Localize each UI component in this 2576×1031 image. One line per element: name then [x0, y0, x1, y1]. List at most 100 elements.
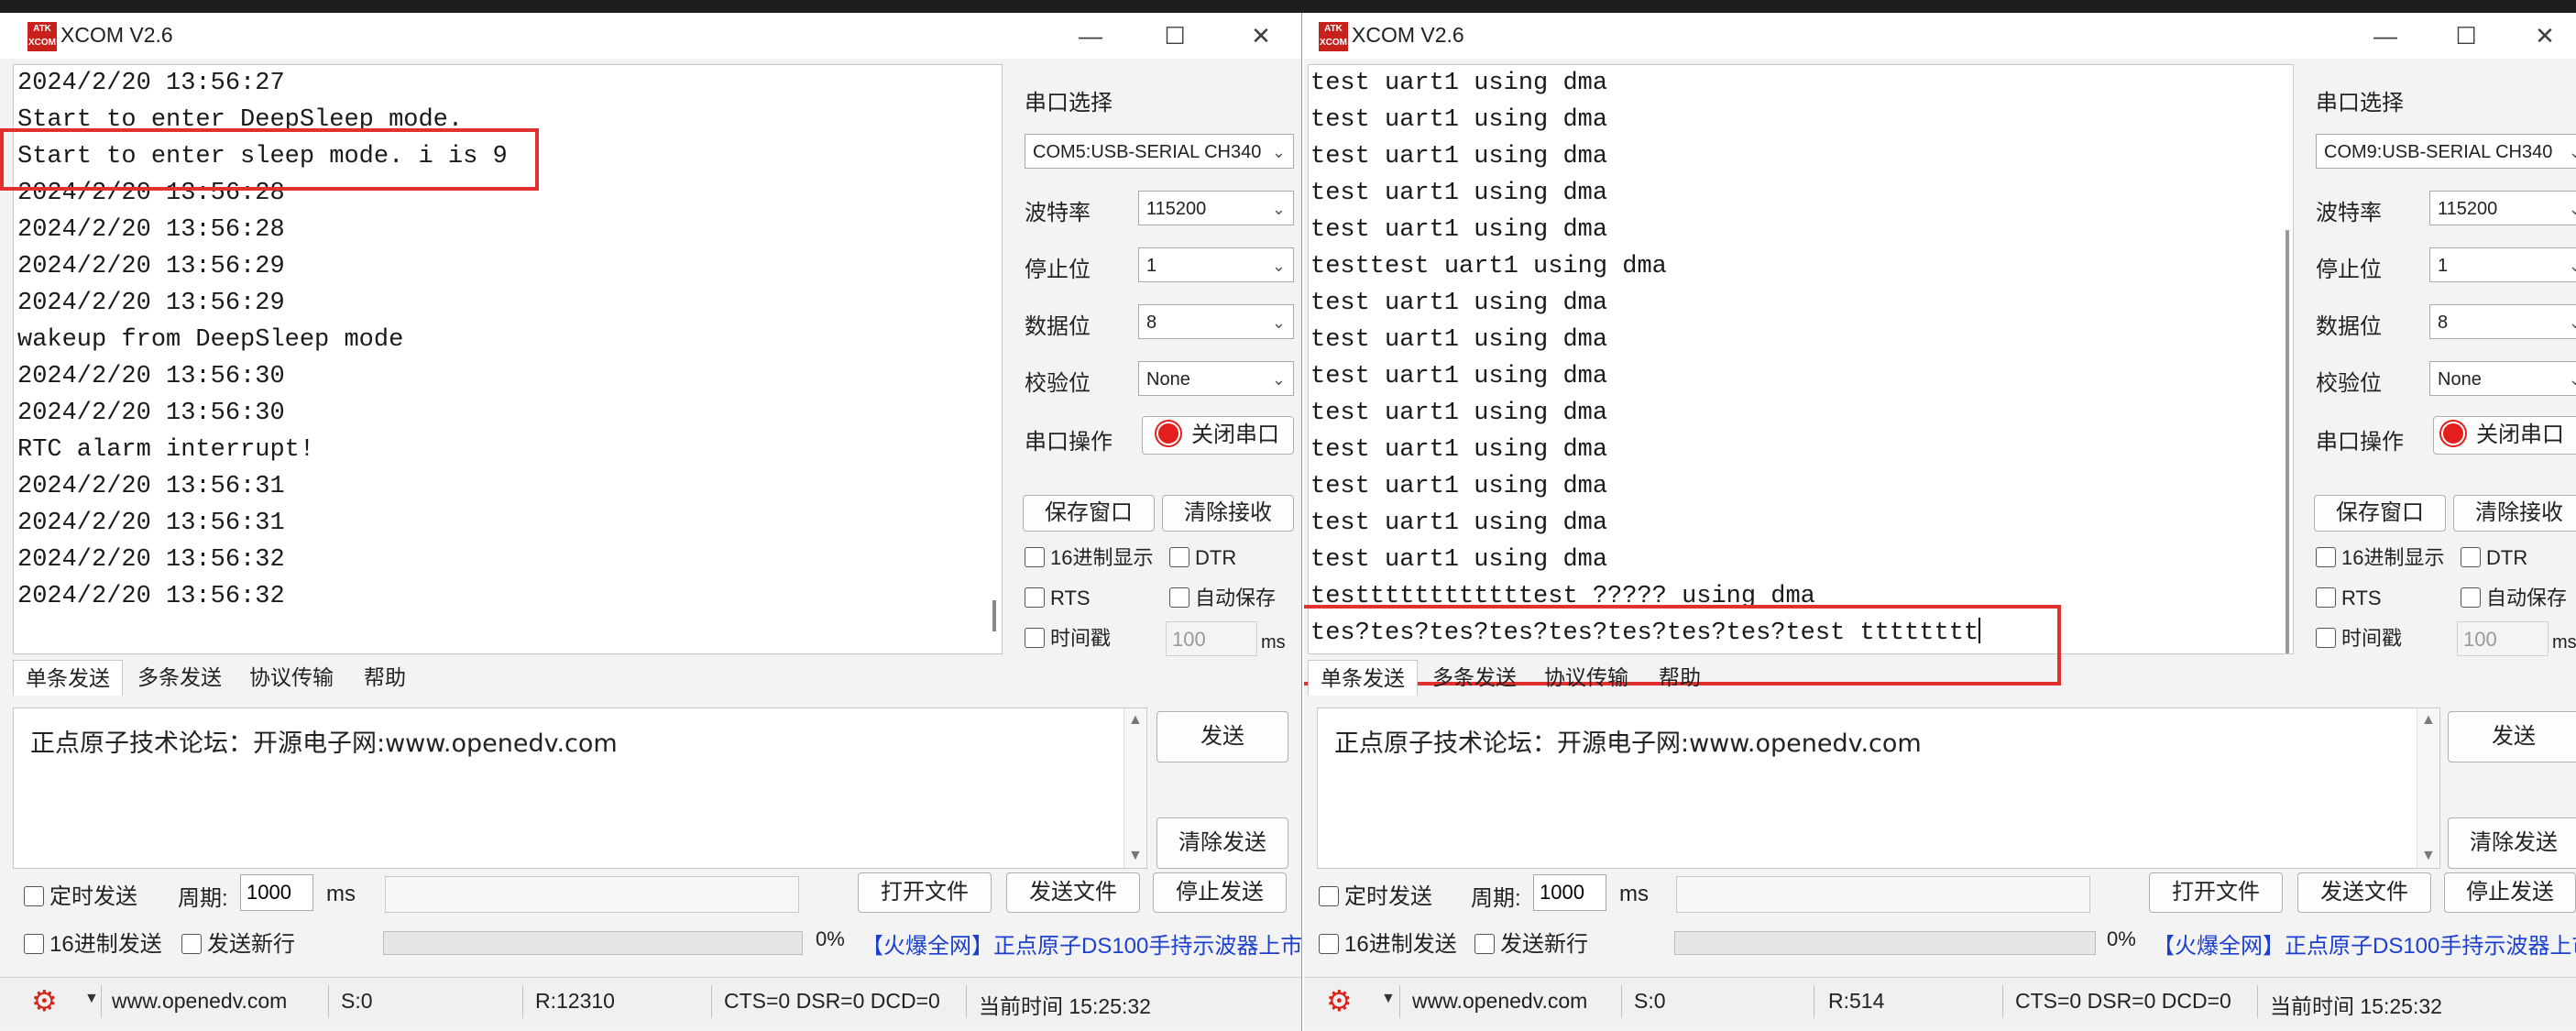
parity-select[interactable]: None⌄	[2429, 361, 2576, 396]
file-path-field[interactable]	[385, 876, 799, 913]
send-progress-bar	[1674, 931, 2096, 955]
status-url[interactable]: www.openedv.com	[1412, 989, 1587, 1014]
hex-send-checkbox[interactable]: 16进制发送	[1319, 926, 1457, 958]
clear-receive-button[interactable]: 清除接收	[2453, 495, 2576, 532]
tab-single-send[interactable]: 单条发送	[13, 660, 123, 696]
send-button[interactable]: 发送	[1156, 711, 1288, 762]
chevron-down-icon[interactable]: ▼	[1381, 991, 1396, 1007]
send-file-button[interactable]: 发送文件	[2297, 872, 2431, 913]
receive-area[interactable]: test uart1 using dma test uart1 using dma…	[1308, 64, 2294, 654]
send-newline-checkbox[interactable]: 发送新行	[1474, 926, 1588, 958]
close-port-button[interactable]: 关闭串口	[2433, 416, 2576, 455]
timestamp-interval-input[interactable]: 100	[1166, 621, 1257, 656]
scrollbar[interactable]	[992, 600, 996, 631]
status-time: 当前时间 15:25:32	[2270, 994, 2442, 1018]
stopbits-select[interactable]: 1⌄	[1138, 247, 1294, 282]
open-file-button[interactable]: 打开文件	[858, 872, 992, 913]
minimize-icon[interactable]: —	[2363, 17, 2407, 54]
tab-multi-send[interactable]: 多条发送	[125, 660, 235, 695]
tab-single-send[interactable]: 单条发送	[1308, 660, 1418, 696]
ad-link[interactable]: 【火爆全网】正点原子DS100手持示波器上市	[2153, 927, 2576, 960]
baud-select[interactable]: 115200⌄	[2429, 191, 2576, 225]
databits-select[interactable]: 8⌄	[1138, 304, 1294, 339]
chevron-down-icon: ⌄	[2569, 305, 2576, 338]
file-path-field[interactable]	[1676, 876, 2090, 913]
receive-line: wakeup from DeepSleep mode	[17, 326, 404, 354]
clear-send-button[interactable]: 清除发送	[2448, 817, 2576, 869]
save-window-button[interactable]: 保存窗口	[1023, 495, 1155, 532]
gear-icon[interactable]: ⚙	[31, 985, 58, 1016]
title-bar[interactable]: ATK XCOM XCOM V2.6 — ☐ ✕	[1304, 13, 2576, 59]
hex-display-checkbox[interactable]: 16进制显示	[2316, 546, 2444, 570]
stop-send-button[interactable]: 停止发送	[1153, 872, 1287, 913]
close-icon[interactable]: ✕	[2523, 17, 2567, 54]
maximize-icon[interactable]: ☐	[1153, 17, 1197, 54]
timestamp-interval-input[interactable]: 100	[2457, 621, 2549, 656]
send-newline-checkbox[interactable]: 发送新行	[181, 926, 295, 958]
ms-label: ms	[1261, 632, 1286, 653]
port-select[interactable]: COM9:USB-SERIAL CH340⌄	[2316, 134, 2576, 169]
close-port-button[interactable]: 关闭串口	[1142, 416, 1294, 455]
tab-help[interactable]: 帮助	[1643, 660, 1716, 695]
timestamp-checkbox[interactable]: 时间戳	[1025, 627, 1111, 651]
status-url[interactable]: www.openedv.com	[112, 989, 287, 1014]
clear-receive-button[interactable]: 清除接收	[1162, 495, 1294, 532]
parity-select[interactable]: None⌄	[1138, 361, 1294, 396]
period-input[interactable]: 1000	[240, 874, 313, 911]
databits-select[interactable]: 8⌄	[2429, 304, 2576, 339]
stop-send-button[interactable]: 停止发送	[2444, 872, 2576, 913]
chevron-down-icon[interactable]: ▼	[84, 991, 99, 1007]
period-input[interactable]: 1000	[1533, 874, 1606, 911]
send-input[interactable]: 正点原子技术论坛：开源电子网:www.openedv.com ▲ ▼	[1317, 707, 2440, 869]
receive-line: test uart1 using dma	[1310, 546, 1608, 574]
timed-send-checkbox[interactable]: 定时发送	[24, 878, 137, 910]
port-select[interactable]: COM5:USB-SERIAL CH340 ⌄	[1025, 134, 1294, 169]
minimize-icon[interactable]: —	[1069, 17, 1113, 54]
receive-line: test uart1 using dma	[1310, 216, 1608, 244]
gear-icon[interactable]: ⚙	[1326, 985, 1353, 1016]
stopbits-select[interactable]: 1⌄	[2429, 247, 2576, 282]
timed-send-checkbox[interactable]: 定时发送	[1319, 878, 1432, 910]
settings-panel: 串口选择 COM9:USB-SERIAL CH340⌄ 波特率 115200⌄ …	[2310, 64, 2576, 669]
auto-save-checkbox[interactable]: 自动保存	[2461, 587, 2567, 610]
scrollbar[interactable]	[2286, 230, 2289, 653]
progress-percent: 0%	[2107, 927, 2136, 950]
highlight-box	[0, 128, 539, 191]
chevron-down-icon: ⌄	[1271, 370, 1286, 389]
baud-select[interactable]: 115200⌄	[1138, 191, 1294, 225]
auto-save-checkbox[interactable]: 自动保存	[1169, 587, 1276, 610]
parity-label: 校验位	[2316, 371, 2382, 396]
title-bar[interactable]: ATK XCOM XCOM V2.6 — ☐ ✕	[0, 13, 1301, 59]
send-button[interactable]: 发送	[2448, 711, 2576, 762]
rts-checkbox[interactable]: RTS	[1025, 587, 1091, 610]
tab-protocol[interactable]: 协议传输	[236, 660, 346, 695]
hex-display-checkbox[interactable]: 16进制显示	[1025, 546, 1153, 570]
send-input[interactable]: 正点原子技术论坛：开源电子网:www.openedv.com ▲ ▼	[13, 707, 1147, 869]
save-window-button[interactable]: 保存窗口	[2314, 495, 2446, 532]
clear-send-button[interactable]: 清除发送	[1156, 817, 1288, 869]
rts-checkbox[interactable]: RTS	[2316, 587, 2382, 610]
tab-multi-send[interactable]: 多条发送	[1420, 660, 1529, 695]
chevron-down-icon: ⌄	[1271, 143, 1286, 161]
databits-label: 数据位	[2316, 314, 2382, 339]
ms-label: ms	[2552, 632, 2576, 653]
tab-protocol[interactable]: 协议传输	[1531, 660, 1641, 695]
tab-help[interactable]: 帮助	[348, 660, 422, 695]
dtr-checkbox[interactable]: DTR	[2461, 546, 2527, 570]
timestamp-checkbox[interactable]: 时间戳	[2316, 627, 2402, 651]
scrollbar[interactable]: ▲ ▼	[1124, 708, 1146, 868]
close-icon[interactable]: ✕	[1239, 17, 1283, 54]
receive-line: 2024/2/20 13:56:31	[17, 510, 285, 537]
maximize-icon[interactable]: ☐	[2444, 17, 2488, 54]
period-label: 周期:	[1471, 886, 1521, 911]
status-received: R:514	[1828, 989, 1885, 1013]
send-file-button[interactable]: 发送文件	[1006, 872, 1140, 913]
receive-line: 2024/2/20 13:56:29	[17, 253, 285, 280]
ad-link[interactable]: 【火爆全网】正点原子DS100手持示波器上市	[861, 927, 1301, 960]
receive-line: 2024/2/20 13:56:29	[17, 290, 285, 317]
chevron-down-icon: ⌄	[1271, 200, 1286, 218]
hex-send-checkbox[interactable]: 16进制发送	[24, 926, 162, 958]
dtr-checkbox[interactable]: DTR	[1169, 546, 1236, 570]
open-file-button[interactable]: 打开文件	[2149, 872, 2283, 913]
scrollbar[interactable]: ▲ ▼	[2417, 708, 2439, 868]
